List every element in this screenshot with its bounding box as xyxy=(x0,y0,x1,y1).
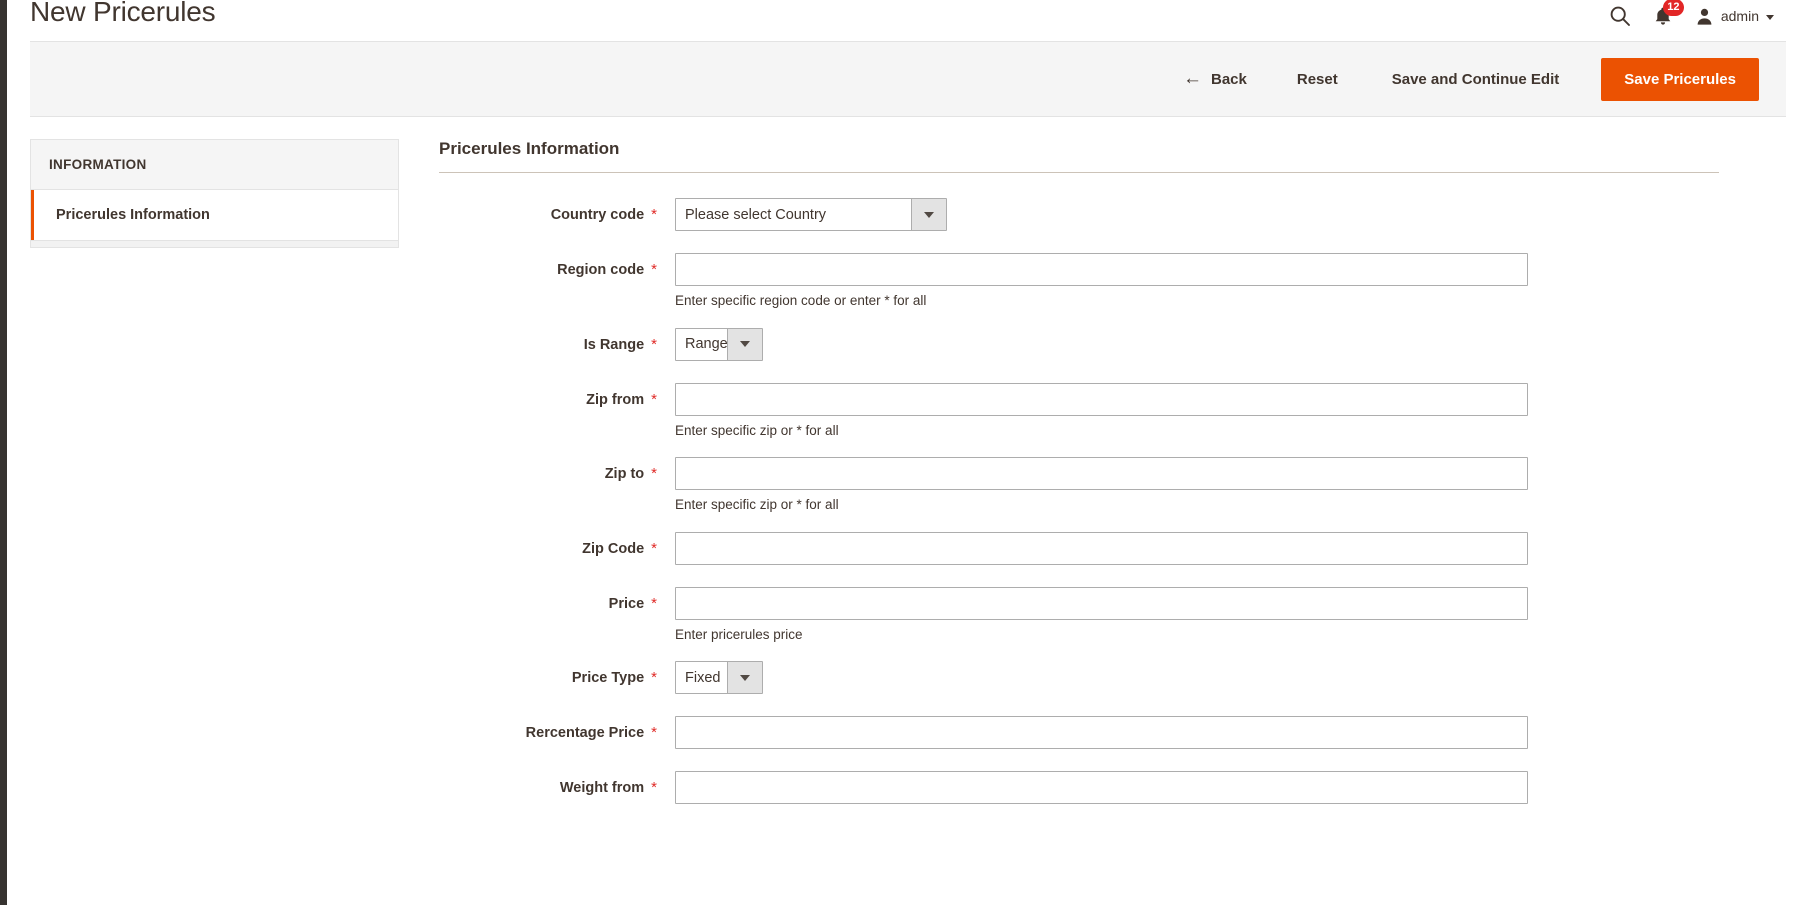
admin-user-menu[interactable]: admin xyxy=(1695,7,1774,26)
select-price-type[interactable]: Fixed xyxy=(675,661,763,695)
input-price[interactable] xyxy=(675,586,1528,620)
page-wrapper: New Pricerules 12 admin ← Back Reset Sav… xyxy=(7,0,1800,905)
sidebar-item-label: Pricerules Information xyxy=(56,207,210,223)
field-row-rercentage-price: Rercentage Price * xyxy=(439,716,1786,750)
input-zip-from[interactable] xyxy=(675,382,1528,416)
save-pricerules-button[interactable]: Save Pricerules xyxy=(1601,57,1759,101)
field-label-is-range: Is Range xyxy=(583,336,645,353)
header-actions: 12 admin xyxy=(1609,0,1774,32)
select-country-code[interactable]: Please select Country xyxy=(675,198,947,231)
field-label-weight-from: Weight from xyxy=(559,780,645,797)
user-avatar-icon xyxy=(1695,7,1714,26)
field-control-cell xyxy=(657,531,1786,565)
field-label-region-code: Region code xyxy=(557,262,645,278)
field-row-region-code: Region code * Enter specific region code o… xyxy=(439,253,1786,310)
arrow-left-icon: ← xyxy=(1183,67,1202,89)
fieldset-title: Pricerules Information xyxy=(439,139,1719,173)
field-label-rercentage-price: Rercentage Price xyxy=(525,725,645,742)
page-main: INFORMATION Pricerules Information Price… xyxy=(7,117,1800,826)
field-label-cell: Zip from * xyxy=(439,383,657,408)
field-row-price: Price * Enter pricerules price xyxy=(439,586,1786,644)
sidebar-heading: INFORMATION xyxy=(31,139,398,190)
field-control-cell: Enter specific zip or * for all xyxy=(657,457,1786,514)
form-tabs-sidebar: INFORMATION Pricerules Information xyxy=(7,139,399,826)
field-label-cell: Is Range * xyxy=(439,328,657,353)
field-row-weight-from: Weight from * xyxy=(439,771,1786,805)
field-label-cell: Price Type * xyxy=(439,661,657,686)
field-label-cell: Country code * xyxy=(439,198,657,223)
save-pricerules-label: Save Pricerules xyxy=(1624,70,1736,88)
field-control-cell: Fixed xyxy=(657,661,1786,695)
chevron-down-icon[interactable] xyxy=(727,662,762,694)
field-row-country-code: Country code * Please select Country xyxy=(439,198,1786,231)
chevron-down-icon[interactable] xyxy=(911,199,946,230)
field-control-cell: Enter specific region code or enter * fo… xyxy=(657,253,1786,310)
form-column: Pricerules Information Country code * Plea… xyxy=(399,139,1800,826)
input-zip-to[interactable] xyxy=(675,457,1528,491)
back-button[interactable]: ← Back xyxy=(1169,63,1261,96)
notifications-bell-icon[interactable]: 12 xyxy=(1653,0,1684,27)
field-label-cell: Price * xyxy=(439,587,657,612)
field-note-zip-from: Enter specific zip or * for all xyxy=(675,422,839,438)
input-rercentage-price[interactable] xyxy=(675,716,1528,750)
page-header: New Pricerules 12 admin xyxy=(7,0,1800,41)
field-label-price-type: Price Type xyxy=(571,670,645,687)
field-row-is-range: Is Range * Range xyxy=(439,327,1786,361)
field-label-country-code: Country code xyxy=(550,207,645,223)
notification-count-badge: 12 xyxy=(1662,0,1684,16)
chevron-down-icon[interactable] xyxy=(727,328,762,360)
field-control-cell xyxy=(657,771,1786,805)
sidebar-item-pricerules-information[interactable]: Pricerules Information xyxy=(31,190,398,240)
field-note-zip-to: Enter specific zip or * for all xyxy=(675,497,839,513)
fields-container: Country code * Please select Country Region… xyxy=(439,198,1786,805)
field-note-price: Enter pricerules price xyxy=(675,626,803,642)
field-label-cell: Zip to * xyxy=(439,457,657,482)
page-title: New Pricerules xyxy=(30,0,216,27)
reset-button-label: Reset xyxy=(1296,70,1338,88)
field-label-cell: Region code * xyxy=(439,253,657,278)
field-control-cell xyxy=(657,716,1786,750)
save-and-continue-edit-label: Save and Continue Edit xyxy=(1391,70,1560,88)
field-label-zip-from: Zip from xyxy=(586,391,645,408)
field-label-cell: Zip Code * xyxy=(439,532,657,557)
field-control-cell: Enter pricerules price xyxy=(657,586,1786,644)
search-icon[interactable] xyxy=(1609,5,1631,27)
field-control-cell: Enter specific zip or * for all xyxy=(657,382,1786,440)
field-control-cell: Range xyxy=(657,327,1786,361)
field-label-cell: Rercentage Price * xyxy=(439,716,657,741)
input-weight-from[interactable] xyxy=(675,771,1528,805)
select-is-range[interactable]: Range xyxy=(675,327,763,361)
field-label-price: Price xyxy=(608,595,645,612)
select-value: Fixed xyxy=(685,669,721,686)
field-note-region-code: Enter specific region code or enter * fo… xyxy=(675,293,927,308)
input-zip-code[interactable] xyxy=(675,531,1528,565)
admin-menu-strip[interactable] xyxy=(0,0,7,905)
field-label-cell: Weight from * xyxy=(439,771,657,796)
select-value: Range xyxy=(685,336,727,353)
field-label-zip-to: Zip to xyxy=(604,466,645,483)
sidebar-panel: INFORMATION Pricerules Information xyxy=(30,139,399,241)
field-control-cell: Please select Country xyxy=(657,198,1786,231)
field-row-zip-to: Zip to * Enter specific zip or * for all xyxy=(439,457,1786,514)
chevron-down-icon xyxy=(1766,14,1774,20)
reset-button[interactable]: Reset xyxy=(1283,63,1352,96)
sidebar-items: Pricerules Information xyxy=(31,190,398,240)
input-region-code[interactable] xyxy=(675,253,1528,286)
field-label-zip-code: Zip Code xyxy=(582,540,645,557)
sidebar-bottom-shadow xyxy=(30,241,399,248)
save-and-continue-edit-button[interactable]: Save and Continue Edit xyxy=(1378,63,1574,96)
field-row-zip-from: Zip from * Enter specific zip or * for all xyxy=(439,382,1786,440)
back-button-label: Back xyxy=(1211,70,1247,88)
page-actions-toolbar: ← Back Reset Save and Continue Edit Save… xyxy=(30,41,1786,117)
select-value: Please select Country xyxy=(685,206,827,223)
field-row-zip-code: Zip Code * xyxy=(439,531,1786,565)
admin-user-name: admin xyxy=(1720,8,1759,24)
field-row-price-type: Price Type * Fixed xyxy=(439,661,1786,695)
